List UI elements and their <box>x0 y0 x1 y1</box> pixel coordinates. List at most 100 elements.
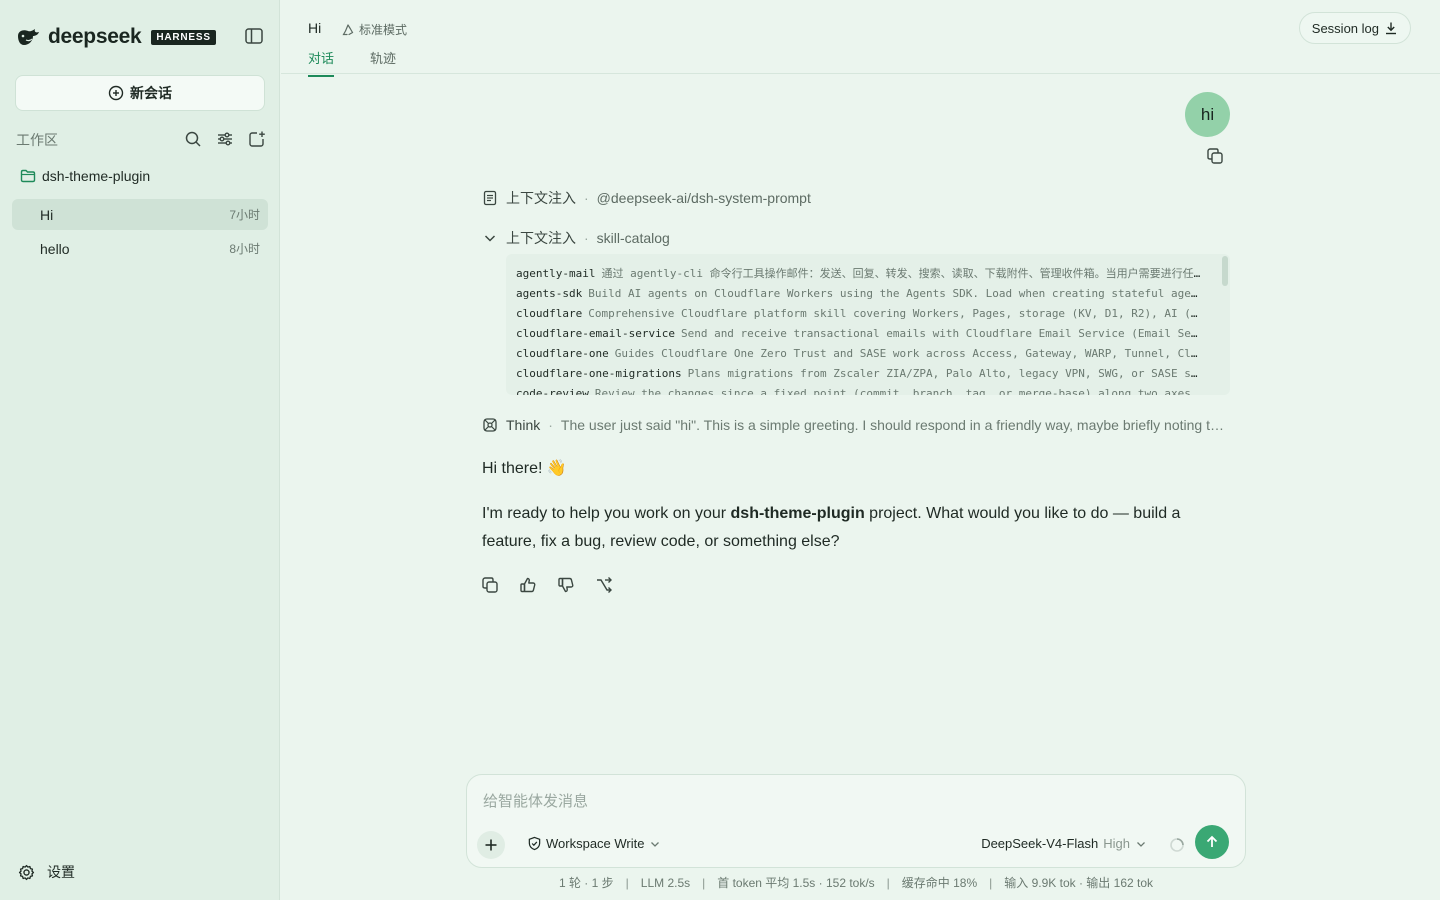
token-usage: 输入 9.9K tok · 输出 162 tok <box>1004 876 1154 890</box>
model-name: DeepSeek-V4-Flash <box>981 836 1099 851</box>
chevron-down-icon <box>649 838 661 850</box>
list-item: agents-sdk Build AI agents on Cloudflare … <box>516 284 1202 304</box>
session-item[interactable]: Hi 7小时 <box>12 199 268 230</box>
reply-text: I'm ready to help you work on your <box>482 505 731 522</box>
whale-logo-icon <box>16 27 42 47</box>
skill-name: cloudflare <box>516 307 583 320</box>
context-label: 上下文注入 <box>506 190 576 206</box>
skill-name: agently-mail <box>516 267 596 280</box>
project-mention: dsh-theme-plugin <box>730 505 865 522</box>
session-title: Hi <box>40 206 54 223</box>
new-folder-icon[interactable] <box>248 130 266 148</box>
session-stats: 1 轮 · 1 步 | LLM 2.5s | 首 token 平均 1.5s · 152… <box>558 876 1154 890</box>
thumbs-down-icon[interactable] <box>557 576 575 594</box>
workspace-label: 工作区 <box>16 132 58 148</box>
thumbs-up-icon[interactable] <box>519 576 537 594</box>
context-source: @deepseek-ai/dsh-system-prompt <box>596 190 811 206</box>
folder-icon <box>20 168 36 184</box>
workspace-header: 工作区 <box>16 130 266 150</box>
loading-spinner-icon <box>1169 837 1185 853</box>
branch-icon[interactable] <box>595 576 613 594</box>
model-selector[interactable]: DeepSeek-V4-Flash High <box>981 836 1147 851</box>
list-item: cloudflare Comprehensive Cloudflare platf… <box>516 304 1202 324</box>
assistant-greeting: Hi there! 👋 <box>482 460 567 477</box>
download-icon <box>1384 21 1398 35</box>
think-label: Think <box>506 417 541 433</box>
think-block[interactable]: Think · The user just said "hi". This is… <box>482 417 1230 433</box>
skill-name: cloudflare-one-migrations <box>516 367 682 380</box>
new-chat-button[interactable]: 新会话 <box>15 75 265 111</box>
sidebar-toggle-icon[interactable] <box>244 26 264 46</box>
session-time: 8小时 <box>229 242 260 256</box>
context-injection[interactable]: 上下文注入 · skill-catalog <box>482 228 670 248</box>
session-title: hello <box>40 240 70 257</box>
list-item: agently-mail 通过 agently-cli 命令行工具操作邮件：发送、… <box>516 264 1202 284</box>
plus-circle-icon <box>108 85 124 101</box>
chevron-down-icon <box>482 230 498 246</box>
skill-description: Build AI agents on Cloudflare Workers us… <box>588 287 1202 300</box>
permission-dropdown[interactable]: Workspace Write <box>527 836 661 851</box>
gear-icon <box>18 864 35 881</box>
context-source: skill-catalog <box>596 230 670 246</box>
tab-trajectory[interactable]: 轨迹 <box>370 48 396 75</box>
project-item[interactable]: dsh-theme-plugin <box>20 168 150 184</box>
scrollbar-thumb[interactable] <box>1222 256 1228 286</box>
copy-icon[interactable] <box>1206 147 1224 165</box>
plus-icon <box>484 838 498 852</box>
skill-name: code-review <box>516 387 589 395</box>
session-log-label: Session log <box>1311 20 1379 36</box>
settings-button[interactable]: 设置 <box>18 862 75 882</box>
brand-badge: HARNESS <box>151 29 216 45</box>
top-bar: Hi 标准模式 对话 轨迹 Session log <box>281 0 1440 77</box>
skill-description: Comprehensive Cloudflare platform skill … <box>588 307 1202 320</box>
session-time: 7小时 <box>229 208 260 222</box>
effort-level: High <box>1103 836 1130 851</box>
list-item: code-review Review the changes since a fi… <box>516 384 1202 395</box>
brand-logo: deepseek HARNESS <box>16 25 216 49</box>
filter-sliders-icon[interactable] <box>216 130 234 148</box>
first-token-stats: 首 token 平均 1.5s · 152 tok/s <box>717 876 875 890</box>
list-item: cloudflare-email-service Send and receive… <box>516 324 1202 344</box>
llm-time: LLM 2.5s <box>640 876 691 890</box>
cache-hit: 缓存命中 18% <box>901 876 978 890</box>
session-log-button[interactable]: Session log <box>1298 12 1411 44</box>
think-summary: The user just said "hi". This is a simpl… <box>560 417 1230 433</box>
search-icon[interactable] <box>184 130 202 148</box>
mode-indicator: 标准模式 <box>341 21 407 38</box>
skill-name: cloudflare-email-service <box>516 327 675 340</box>
skill-description: Send and receive transactional emails wi… <box>680 327 1202 340</box>
message-input[interactable] <box>483 789 1223 813</box>
user-message: hi <box>1185 92 1230 137</box>
settings-label: 设置 <box>47 864 75 880</box>
attach-button[interactable] <box>477 831 505 859</box>
list-item: cloudflare-one-migrations Plans migration… <box>516 364 1202 384</box>
sidebar: deepseek HARNESS 新会话 工作区 dsh-theme-plugi… <box>0 0 280 900</box>
session-item[interactable]: hello 8小时 <box>12 233 268 264</box>
turn-count: 1 轮 · 1 步 <box>558 876 614 890</box>
shield-check-icon <box>527 836 542 851</box>
send-button[interactable] <box>1195 825 1229 859</box>
context-injection[interactable]: 上下文注入 · @deepseek-ai/dsh-system-prompt <box>482 188 811 208</box>
context-label: 上下文注入 <box>506 230 576 246</box>
page-title: Hi <box>308 20 322 36</box>
copy-icon[interactable] <box>481 576 499 594</box>
skill-description: Plans migrations from Zscaler ZIA/ZPA, P… <box>687 367 1202 380</box>
brain-icon <box>482 417 498 433</box>
skill-name: cloudflare-one <box>516 347 609 360</box>
mode-label: 标准模式 <box>359 23 408 37</box>
list-item: cloudflare-one Guides Cloudflare One Zero… <box>516 344 1202 364</box>
recycle-icon <box>341 23 355 37</box>
project-name: dsh-theme-plugin <box>42 168 151 184</box>
chevron-down-icon <box>1135 838 1147 850</box>
permission-label: Workspace Write <box>546 836 645 851</box>
skill-description: Guides Cloudflare One Zero Trust and SAS… <box>614 347 1202 360</box>
arrow-up-icon <box>1204 834 1220 850</box>
message-actions <box>481 576 613 594</box>
brand-name: deepseek <box>48 25 142 48</box>
assistant-reply: I'm ready to help you work on your dsh-t… <box>482 500 1230 556</box>
document-icon <box>482 190 498 206</box>
tab-conversation[interactable]: 对话 <box>308 48 335 77</box>
skill-name: agents-sdk <box>516 287 583 300</box>
skill-description: Review the changes since a fixed point (… <box>594 387 1191 395</box>
skill-catalog-list[interactable]: agently-mail 通过 agently-cli 命令行工具操作邮件：发送、… <box>506 254 1230 395</box>
